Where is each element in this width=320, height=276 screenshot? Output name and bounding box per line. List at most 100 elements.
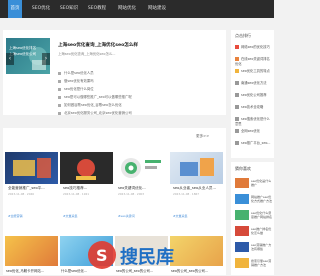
sidebar-hot-item[interactable]: seo技术全攻略 [235, 104, 271, 109]
sidebar-hot-item-label: seo推广平台_seo... [241, 141, 271, 145]
rank-badge-icon [235, 81, 239, 85]
watermark-logo: S 搜民库 [86, 238, 186, 272]
bottom-thumbnail[interactable] [5, 236, 58, 266]
card-meta: 2023-11-08 · 1921 [63, 192, 90, 196]
card-tag[interactable]: #全能营销 [8, 214, 23, 218]
list-item[interactable]: seo是可以做哪些推广_seo可以做哪些推广呢 [58, 94, 132, 99]
list-item[interactable]: 什么是seo优化人员 [58, 70, 94, 75]
nav-item-seo-tutorial[interactable]: SEO教程 [86, 0, 108, 18]
list-item[interactable]: 做seo优化有效果吗 [58, 78, 94, 83]
rank-badge-icon [235, 129, 239, 133]
rank-badge-icon [235, 45, 239, 49]
list-item[interactable]: 如何做谷歌seo优化_谷歌seo怎么优化 [58, 102, 122, 107]
card-illustration [76, 159, 96, 180]
recommend-item-label[interactable]: seo营销推广方法有哪些 [251, 243, 272, 251]
rank-badge-icon [235, 105, 239, 109]
sidebar-hot-item[interactable]: 在线seo关键词排名优化 [235, 56, 271, 66]
sidebar-hot-item[interactable]: 南通seo优化方法 [235, 80, 271, 85]
recommend-thumbnail[interactable] [235, 226, 249, 236]
card-thumbnail [115, 152, 168, 184]
article-card[interactable]: seo从业者_seo从业人员... 2023-11-08 · 1867 #文章采… [170, 152, 223, 222]
list-item-text: seo是可以做哪些推广_seo可以做哪些推广呢 [64, 95, 132, 99]
sidebar-hot-item-label: 网络seo的优化技巧 [241, 45, 270, 49]
svg-text:S: S [96, 246, 108, 265]
sidebar-hot-item[interactable]: seo优化工具的特点 [235, 68, 271, 73]
recommend-item-label[interactable]: seo推广排名优化怎么做 [251, 227, 272, 235]
card-meta: 2023-11-08 · 2003 [118, 192, 145, 196]
card-meta: 2023-11-08 · 2046 [8, 192, 35, 196]
headline-subtitle: 上海seo优化查询_上海优化seo怎么... [58, 52, 116, 56]
article-card[interactable]: seo关键词优化... 2023-11-08 · 2003 #seo关键词 [115, 152, 168, 222]
recommend-thumbnail[interactable] [235, 258, 249, 268]
featured-banner[interactable]: 上海seo优化排名 上海seo优化公司 ‹ › [6, 38, 50, 74]
card-title: seo关键词优化... [118, 186, 146, 190]
card-illustration [13, 158, 51, 178]
banner-line-1: 上海seo优化排名 [9, 46, 37, 50]
bottom-caption[interactable]: seo优化_马鞍卡开网站... [6, 268, 44, 273]
headline-title[interactable]: 上海seo优化查询_上海优化seo怎么样 [58, 42, 138, 48]
card-thumbnail [5, 152, 58, 184]
sidebar-hot-item-label: seo优化工具的特点 [241, 69, 270, 73]
bullet-icon [58, 103, 61, 107]
rank-badge-icon [235, 57, 239, 61]
nav-item-seo-optimization[interactable]: SEO优化 [30, 0, 52, 18]
nav-item-home[interactable]: 首页 [8, 0, 22, 18]
banner-prev-button[interactable]: ‹ [6, 53, 14, 65]
card-tag[interactable]: #文章采集 [63, 214, 78, 218]
rank-badge-icon [235, 141, 239, 145]
card-title: 全能营销推广_seo平... [8, 186, 45, 190]
sidebar-hot-item[interactable]: seo优化公司推荐 [235, 92, 271, 97]
card-illustration [121, 158, 161, 178]
list-item[interactable]: seo优化是什么岗位 [58, 86, 94, 91]
card-title: seo技巧推荐... [63, 186, 88, 190]
bottom-caption[interactable]: 什么是seo优化... [61, 268, 87, 273]
bullet-icon [58, 79, 61, 83]
article-card[interactable]: seo技巧推荐... 2023-11-08 · 1921 #文章采集 [60, 152, 113, 222]
card-illustration [180, 158, 214, 176]
card-tag[interactable]: #seo关键词 [118, 214, 135, 218]
nav-item-site-building[interactable]: 网站建设 [146, 0, 168, 18]
sidebar-hot-item-label: seo搜索优化是什么意思 [235, 117, 270, 126]
bullet-icon [58, 95, 61, 99]
list-item[interactable]: 北京seo优化服务公司_北京seo优化营销公司 [58, 110, 132, 115]
card-thumbnail [170, 152, 223, 184]
nav-item-site-optimization[interactable]: 网站优化 [116, 0, 138, 18]
top-navigation: 首页 SEO优化 SEO知识 SEO教程 网站优化 网站建设 [0, 0, 274, 18]
watermark-graphic: S 搜民库 [88, 241, 174, 269]
rank-badge-icon [235, 117, 239, 121]
list-item-text: 北京seo优化服务公司_北京seo优化营销公司 [64, 111, 132, 115]
sidebar-recommend-title: 猜你喜欢 [235, 166, 251, 171]
sidebar-hot-item-label: seo优化公司推荐 [241, 93, 267, 97]
sidebar-hot-item[interactable]: 网络seo的优化技巧 [235, 44, 271, 49]
recommend-thumbnail[interactable] [235, 210, 249, 220]
recommend-thumbnail[interactable] [235, 194, 249, 204]
article-card[interactable]: 全能营销推广_seo平... 2023-11-08 · 2046 #全能营销 [5, 152, 58, 222]
list-item-text: seo优化是什么岗位 [64, 87, 94, 91]
recommend-item-label[interactable]: seo优化是什么推广 [251, 179, 272, 187]
watermark-text: 搜民库 [120, 246, 174, 268]
recommend-item-label[interactable]: seo优化什么意思推广网站排名 [251, 211, 272, 219]
list-item-text: 如何做谷歌seo优化_谷歌seo怎么优化 [64, 103, 122, 107]
list-item-text: 做seo优化有效果吗 [64, 79, 94, 83]
recommend-item-label[interactable]: 搜索引擎seo营销推广方法 [251, 259, 272, 267]
card-thumbnail [60, 152, 113, 184]
more-link[interactable]: 更多>> [196, 134, 209, 139]
recommend-item-label[interactable]: 网站推广seo优化方式推广方法 [251, 195, 272, 203]
bullet-icon [58, 71, 61, 75]
bullet-icon [58, 87, 61, 91]
sidebar-hot-item[interactable]: 全网seo优化 [235, 128, 271, 133]
card-meta: 2023-11-08 · 1867 [173, 192, 200, 196]
sidebar-hot-item[interactable]: seo搜索优化是什么意思 [235, 116, 271, 126]
sidebar-hot-item-label: 南通seo优化方法 [241, 81, 267, 85]
rank-badge-icon [235, 93, 239, 97]
banner-next-button[interactable]: › [42, 53, 50, 65]
bullet-icon [58, 111, 61, 115]
sidebar-hot-item-label: 在线seo关键词排名优化 [235, 57, 270, 66]
sidebar-hot-item-label: 全网seo优化 [241, 129, 260, 133]
card-title: seo从业者_seo从业人员... [173, 186, 216, 190]
nav-item-seo-knowledge[interactable]: SEO知识 [58, 0, 80, 18]
recommend-thumbnail[interactable] [235, 178, 249, 188]
recommend-thumbnail[interactable] [235, 242, 249, 252]
card-tag[interactable]: #文章采集 [173, 214, 188, 218]
sidebar-hot-item[interactable]: seo推广平台_seo... [235, 140, 271, 145]
